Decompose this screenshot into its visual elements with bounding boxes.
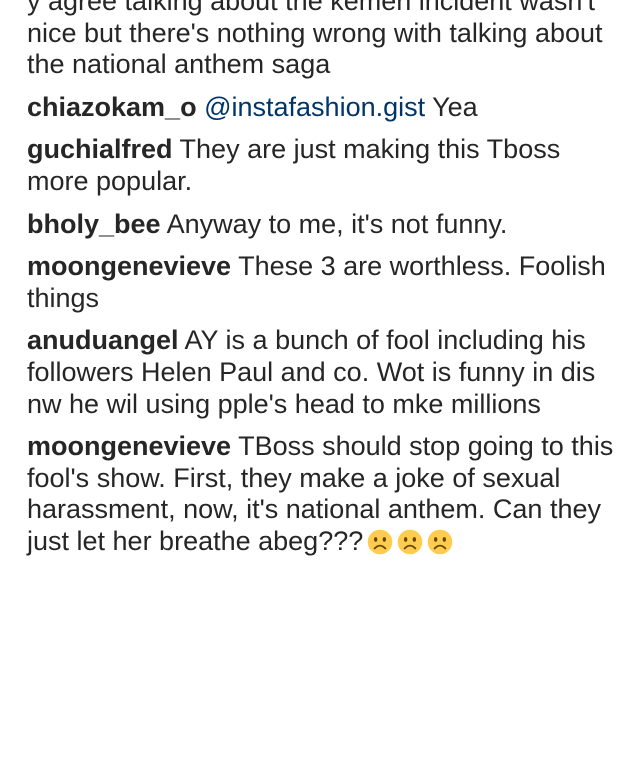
comments-screen: y agree talking about the kemen incident… [0, 0, 640, 768]
comment-text: y agree talking about the kemen incident… [27, 0, 603, 80]
comment-text: Yea [432, 91, 478, 122]
comment-mention[interactable]: @instafashion.gist [204, 92, 425, 122]
comment-username[interactable]: bholy_bee [27, 209, 161, 239]
comment-username[interactable]: anuduangel [27, 325, 179, 355]
bottom-fade [0, 728, 640, 768]
comment-username[interactable]: moongenevieve [27, 251, 231, 281]
comment: y agree talking about the kemen incident… [27, 0, 627, 81]
comment: moongenevieve TBoss should stop going to… [27, 431, 627, 557]
comment-list: y agree talking about the kemen incident… [27, 0, 627, 569]
frowning-face-icon [397, 529, 423, 555]
comment-text: Anyway to me, it's not funny. [166, 208, 508, 239]
emoji-group [363, 526, 453, 556]
comment: moongenevieve These 3 are worthless. Foo… [27, 251, 627, 314]
comment: anuduangel AY is a bunch of fool includi… [27, 325, 627, 420]
comment: chiazokam_o @instafashion.gist Yea [27, 92, 627, 124]
comment: bholy_bee Anyway to me, it's not funny. [27, 209, 627, 241]
comment: guchialfred They are just making this Tb… [27, 134, 627, 197]
frowning-face-icon [427, 529, 453, 555]
comment-username[interactable]: moongenevieve [27, 431, 231, 461]
comment-username[interactable]: guchialfred [27, 134, 173, 164]
comment-username[interactable]: chiazokam_o [27, 92, 197, 122]
frowning-face-icon [367, 529, 393, 555]
